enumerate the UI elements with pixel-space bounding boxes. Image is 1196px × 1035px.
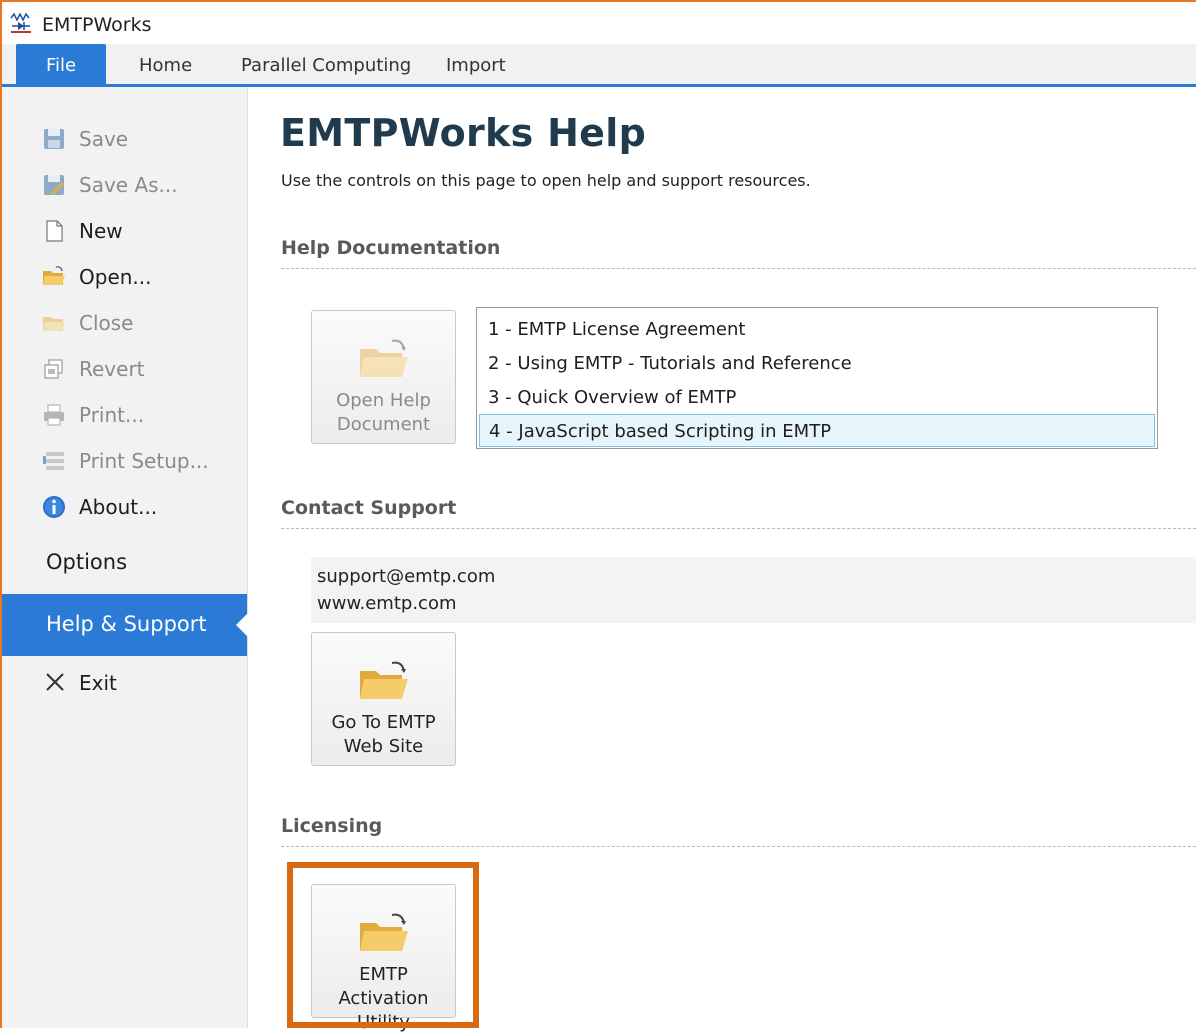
button-label-line: Open Help (336, 390, 431, 411)
menu-item-open[interactable]: Open... (2, 257, 247, 297)
emtpworks-app-icon (10, 12, 31, 33)
file-menu-sidebar: Save Save As... New Open... Close Revert… (2, 87, 248, 1028)
list-item-tutorials-reference[interactable]: 2 - Using EMTP - Tutorials and Reference (479, 347, 1155, 380)
list-item-javascript-scripting[interactable]: 4 - JavaScript based Scripting in EMTP (479, 414, 1155, 447)
page-subtitle: Use the controls on this page to open he… (281, 171, 811, 190)
menu-item-close[interactable]: Close (2, 303, 247, 343)
page-title: EMTPWorks Help (280, 111, 647, 155)
menu-item-label: Exit (79, 671, 117, 695)
close-folder-icon (43, 317, 65, 331)
go-to-emtp-web-site-button[interactable]: Go To EMTP Web Site (311, 632, 456, 766)
contact-info-box: support@emtp.com www.emtp.com (311, 557, 1196, 623)
menu-item-save-as[interactable]: Save As... (2, 165, 247, 205)
open-help-document-button[interactable]: Open Help Document (311, 310, 456, 444)
title-bar: EMTPWorks (2, 2, 1196, 44)
tab-file[interactable]: File (16, 44, 106, 84)
save-as-icon (44, 175, 65, 196)
support-website: www.emtp.com (317, 593, 457, 614)
new-document-icon (46, 220, 63, 242)
menu-item-label: Close (79, 311, 134, 335)
menu-item-help-support[interactable]: Help & Support (2, 594, 248, 656)
tab-import[interactable]: Import (446, 44, 506, 84)
selection-notch (236, 613, 248, 637)
open-folder-icon (360, 339, 408, 377)
printer-icon (44, 404, 64, 426)
menu-item-print-setup[interactable]: Print Setup... (2, 441, 247, 481)
help-document-list[interactable]: 1 - EMTP License Agreement 2 - Using EMT… (476, 307, 1158, 449)
menu-item-label: Print Setup... (79, 449, 209, 473)
info-icon (43, 496, 65, 518)
section-divider (281, 528, 1196, 529)
highlight-box (287, 862, 479, 1028)
section-heading-contact-support: Contact Support (281, 497, 457, 519)
save-icon (44, 129, 64, 149)
section-heading-help-documentation: Help Documentation (281, 237, 501, 259)
list-item-quick-overview[interactable]: 3 - Quick Overview of EMTP (479, 381, 1155, 414)
tab-parallel-computing[interactable]: Parallel Computing (241, 44, 411, 84)
menu-item-label: Print... (79, 403, 145, 427)
section-divider (281, 268, 1196, 269)
print-setup-icon (43, 452, 64, 470)
menu-item-label: Revert (79, 357, 145, 381)
menu-item-about[interactable]: About... (2, 487, 247, 527)
section-divider (281, 846, 1196, 847)
go-to-web-site-label: Go To EMTP Web Site (312, 711, 455, 759)
close-x-icon (46, 673, 64, 691)
menu-item-label: Save As... (79, 173, 178, 197)
menu-item-label: Open... (79, 265, 152, 289)
menu-item-label: Options (46, 550, 128, 574)
revert-icon (44, 359, 63, 379)
menu-item-label: Save (79, 127, 129, 151)
help-support-panel: EMTPWorks Help Use the controls on this … (248, 87, 1196, 1033)
open-folder-icon (43, 266, 65, 285)
menu-item-label: New (79, 219, 123, 243)
menu-item-label: About... (79, 495, 158, 519)
ribbon-tab-bar: File Home Parallel Computing Import (2, 44, 1196, 86)
list-item-license-agreement[interactable]: 1 - EMTP License Agreement (479, 313, 1155, 346)
section-heading-licensing: Licensing (281, 815, 383, 837)
button-label-line: Web Site (343, 736, 424, 757)
support-email: support@emtp.com (317, 566, 496, 587)
open-help-document-label: Open Help Document (312, 389, 455, 437)
window-title: EMTPWorks (42, 14, 152, 36)
menu-item-options[interactable]: Options (2, 542, 247, 582)
menu-item-exit[interactable]: Exit (2, 663, 247, 703)
menu-item-new[interactable]: New (2, 211, 247, 251)
menu-item-print[interactable]: Print... (2, 395, 247, 435)
button-label-line: Go To EMTP (331, 712, 436, 733)
menu-item-revert[interactable]: Revert (2, 349, 247, 389)
menu-item-label: Help & Support (46, 612, 207, 636)
button-label-line: Document (336, 414, 431, 435)
menu-item-save[interactable]: Save (2, 119, 247, 159)
tab-home[interactable]: Home (139, 44, 192, 84)
open-folder-icon (360, 661, 408, 699)
